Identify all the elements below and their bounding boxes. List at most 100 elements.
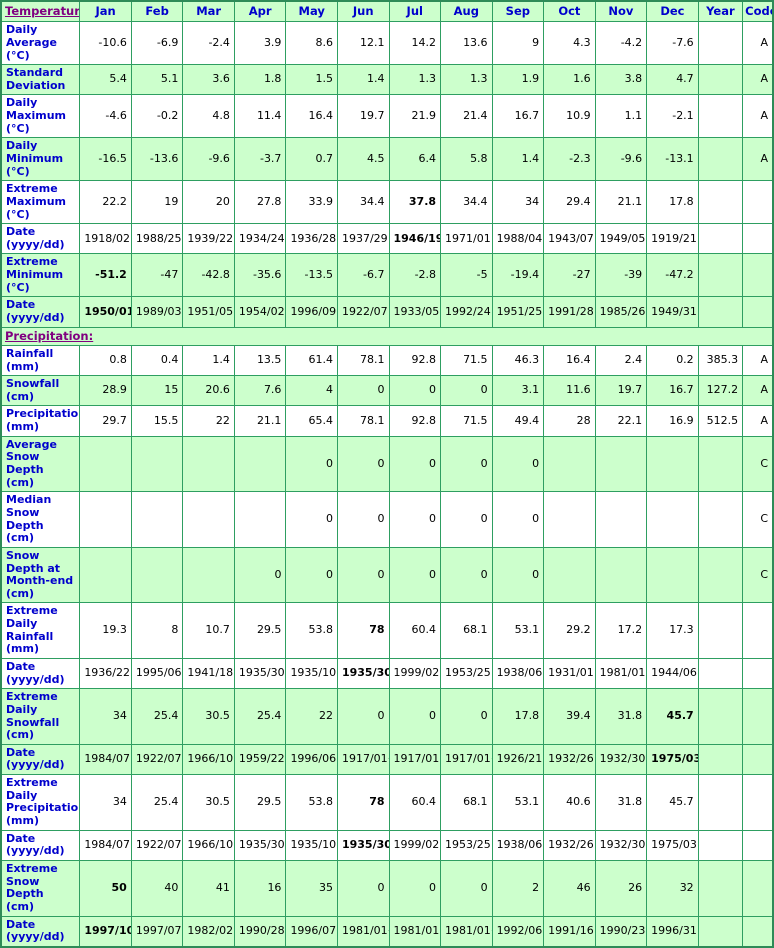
cell-may: 61.4	[285, 344, 338, 377]
row-label-extreme-snow-depth-cm: Extreme Snow Depth (cm)	[0, 859, 81, 917]
cell-oct: 29.4	[543, 180, 596, 225]
cell-sep: 1938/06	[491, 657, 545, 690]
cell-may: 0	[285, 435, 338, 493]
cell-apr: 29.5	[233, 602, 287, 659]
table-row: Rainfall (mm) 0.8 0.4 1.4 13.5 61.4 78.1 92.8 71…	[0, 344, 774, 377]
cell-aug: 1992/24	[440, 296, 493, 328]
cell-jan: 50	[79, 859, 132, 917]
cell-aug: 1.3	[440, 64, 493, 96]
cell-jun: 1935/30	[336, 657, 390, 690]
cell-sep: 9	[491, 21, 545, 66]
cell-apr: 1935/30	[233, 829, 287, 861]
table-row: Extreme Maximum (°C) 22.2 19 20 27.8 33.9 34.4…	[0, 180, 774, 225]
cell-may: 33.9	[285, 180, 338, 225]
cell-sep: 1938/06	[491, 829, 545, 861]
row-label-daily-maximum-c: Daily Maximum (°C)	[0, 94, 81, 139]
cell-mar: 20.6	[182, 375, 235, 407]
cell-feb: 0.4	[130, 344, 184, 377]
cell-code	[742, 253, 774, 298]
cell-feb: 1995/06	[130, 657, 184, 690]
cell-may: 4	[285, 375, 338, 407]
cell-feb: 8	[130, 602, 184, 659]
row-label-extreme-daily-rainfall-mm: Extreme Daily Rainfall (mm)	[0, 602, 81, 659]
cell-may: 1935/10	[285, 829, 338, 861]
cell-mar: -2.4	[182, 21, 235, 66]
table-row: Daily Minimum (°C) -16.5 -13.6 -9.6 -3.7 0.7 4…	[0, 137, 774, 182]
cell-jan	[79, 435, 132, 493]
cell-mar: 41	[182, 859, 235, 917]
cell-code	[742, 223, 774, 255]
cell-jan: 0.8	[79, 344, 132, 377]
cell-jul: 21.9	[388, 94, 442, 139]
table-row: Date (yyyy/dd) 1936/22 1995/06 1941/18 1935/…	[0, 657, 774, 690]
cell-year	[697, 21, 744, 66]
cell-year	[697, 223, 744, 255]
cell-oct	[543, 491, 596, 548]
column-header-jan: Jan	[79, 0, 132, 23]
cell-dec: 16.9	[646, 405, 699, 437]
cell-jan: -51.2	[79, 253, 132, 298]
cell-sep: 1926/21	[491, 743, 545, 776]
cell-jul: 1917/01+	[388, 743, 442, 776]
cell-sep: 53.1	[491, 602, 545, 659]
cell-jan: 1936/22	[79, 657, 132, 690]
cell-jul: 1981/01+	[388, 915, 442, 948]
cell-nov: 1949/05	[594, 223, 648, 255]
cell-may: 0	[285, 546, 338, 604]
cell-may: 0	[285, 491, 338, 548]
cell-aug: 68.1	[440, 602, 493, 659]
cell-dec: 4.7	[646, 64, 699, 96]
cell-apr: 1934/24+	[233, 223, 287, 255]
cell-nov: 31.8	[594, 774, 648, 831]
cell-apr: 11.4	[233, 94, 287, 139]
cell-code: A	[742, 137, 774, 182]
cell-code: A	[742, 344, 774, 377]
cell-year	[697, 296, 744, 328]
cell-code: C	[742, 546, 774, 604]
table-row: Extreme Daily Precipitation (mm) 34 25.4 30…	[0, 774, 774, 831]
cell-jun: 78	[336, 602, 390, 659]
cell-nov: 1990/23	[594, 915, 648, 948]
column-header-jul: Jul	[388, 0, 442, 23]
cell-may: 53.8	[285, 774, 338, 831]
cell-nov	[594, 491, 648, 548]
column-header-jun: Jun	[336, 0, 390, 23]
cell-dec: 16.7	[646, 375, 699, 407]
cell-feb: 15.5	[130, 405, 184, 437]
cell-oct	[543, 546, 596, 604]
cell-jul: 1999/02	[388, 657, 442, 690]
cell-nov: -4.2	[594, 21, 648, 66]
cell-oct: 39.4	[543, 688, 596, 745]
cell-oct: 1991/16	[543, 915, 596, 948]
cell-dec: 1919/21	[646, 223, 699, 255]
row-label-extreme-daily-precipitation-mm: Extreme Daily Precipitation (mm)	[0, 774, 81, 831]
cell-apr: 1954/02	[233, 296, 287, 328]
cell-aug: 71.5	[440, 405, 493, 437]
cell-year	[697, 859, 744, 917]
cell-mar: 1939/22+	[182, 223, 235, 255]
cell-aug: 5.8	[440, 137, 493, 182]
cell-jan: -4.6	[79, 94, 132, 139]
cell-jan: 1984/07	[79, 829, 132, 861]
cell-sep: -19.4	[491, 253, 545, 298]
row-label-rainfall-mm: Rainfall (mm)	[0, 344, 81, 377]
cell-oct: 29.2	[543, 602, 596, 659]
cell-apr	[233, 435, 287, 493]
table-row: Precipitation (mm) 29.7 15.5 22 21.1 65.4 78.1…	[0, 405, 774, 437]
cell-nov: 17.2	[594, 602, 648, 659]
climate-data-table: Temperature: Jan Feb Mar Apr May Jun Jul…	[0, 0, 774, 948]
cell-dec: -47.2	[646, 253, 699, 298]
cell-nov	[594, 546, 648, 604]
cell-aug: 71.5	[440, 344, 493, 377]
cell-jan: 34	[79, 774, 132, 831]
cell-sep: 17.8	[491, 688, 545, 745]
cell-jan	[79, 491, 132, 548]
cell-jul: 37.8	[388, 180, 442, 225]
cell-oct: 4.3	[543, 21, 596, 66]
cell-jun: 0	[336, 859, 390, 917]
cell-year: 385.3	[697, 344, 744, 377]
cell-jul: 1.3	[388, 64, 442, 96]
cell-feb	[130, 546, 184, 604]
cell-oct: 10.9	[543, 94, 596, 139]
cell-code	[742, 688, 774, 745]
